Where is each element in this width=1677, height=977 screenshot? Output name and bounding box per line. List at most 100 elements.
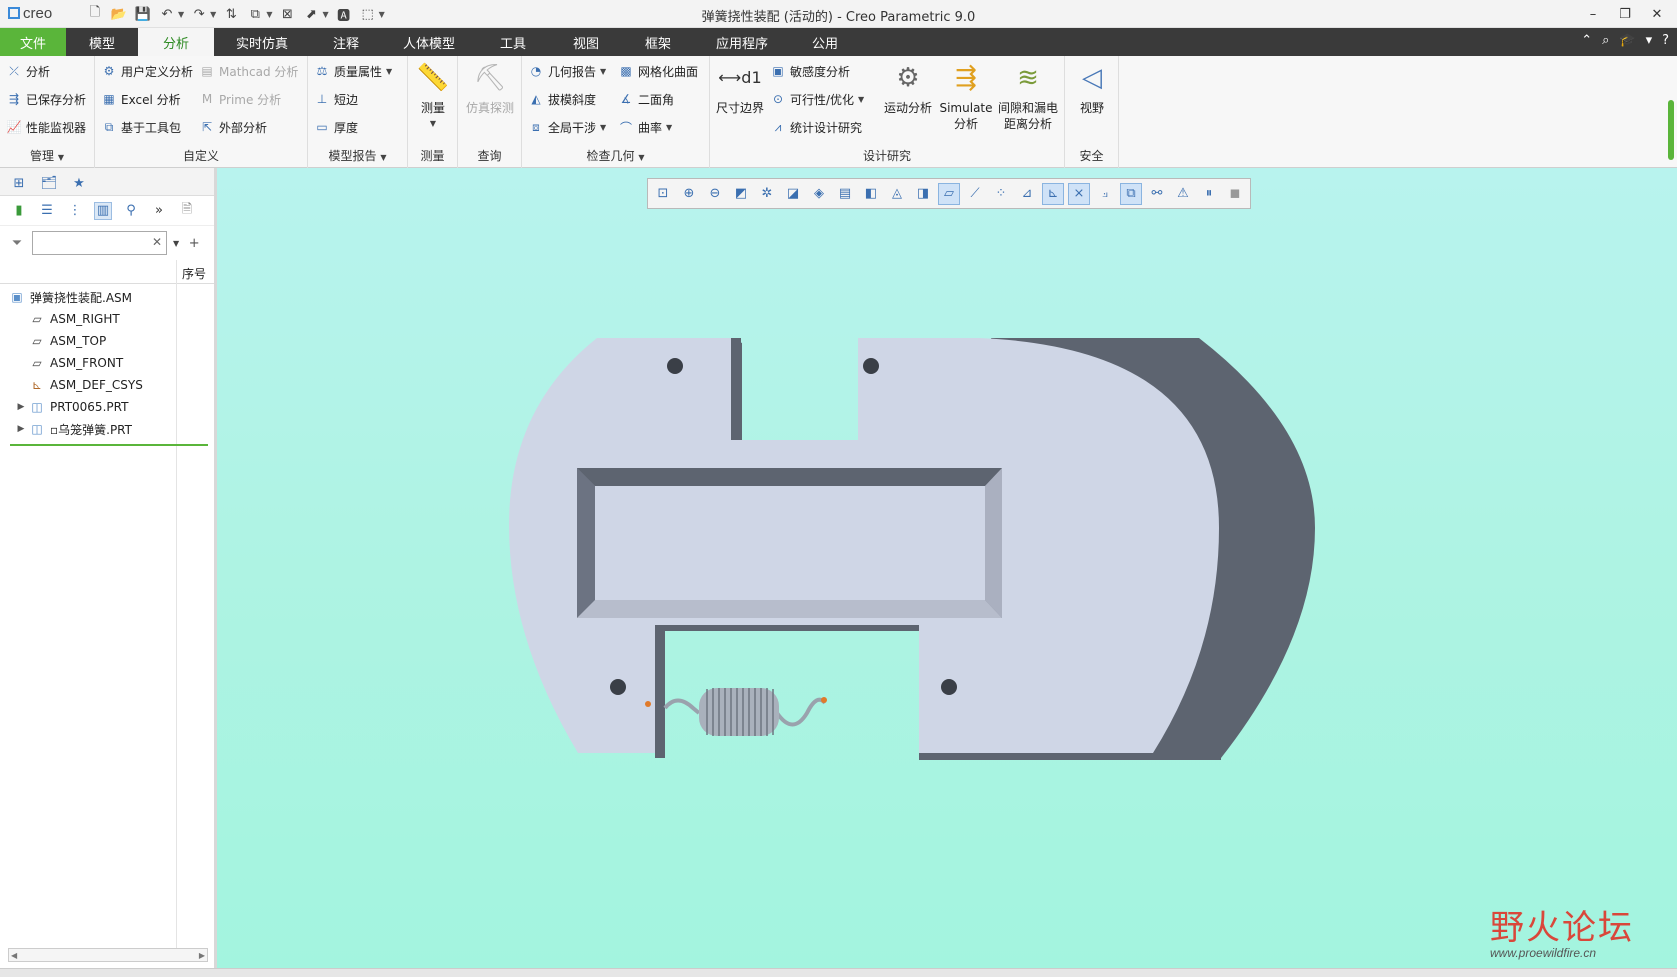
scroll-left-icon[interactable]: ◀ bbox=[11, 951, 17, 960]
performance-monitor-button[interactable]: 📈 性能监视器 bbox=[6, 116, 87, 138]
chevron-down-icon[interactable]: ▾ bbox=[1646, 33, 1653, 48]
horizontal-scrollbar[interactable]: ◀ ▶ bbox=[8, 948, 208, 962]
new-file-icon[interactable]: 🗋 bbox=[86, 5, 104, 23]
motion-analysis-button[interactable]: ⚙ 运动分析 bbox=[880, 60, 936, 116]
dihedral-angle-button[interactable]: ∡ 二面角 bbox=[618, 88, 674, 110]
windows-icon[interactable]: ⧉ bbox=[246, 5, 264, 23]
group-label-inspect-geometry[interactable]: 检查几何 ▼ bbox=[522, 147, 709, 164]
tab-annotate[interactable]: 注释 bbox=[310, 28, 382, 56]
spring-anchor-point[interactable] bbox=[645, 701, 651, 707]
assembly-model[interactable] bbox=[217, 168, 1677, 968]
spring-part[interactable] bbox=[645, 688, 827, 736]
tab-analysis[interactable]: 分析 bbox=[138, 28, 214, 56]
favorites-tab-icon[interactable]: ★ bbox=[70, 174, 88, 192]
spring-anchor-point[interactable] bbox=[821, 697, 827, 703]
open-folder-icon[interactable]: 📂 bbox=[110, 5, 128, 23]
tree-item-asm-def-csys[interactable]: ⊾ ASM_DEF_CSYS bbox=[0, 374, 214, 396]
close-button[interactable]: ✕ bbox=[1643, 3, 1671, 25]
vertical-scroll-indicator[interactable] bbox=[1668, 100, 1674, 160]
tree-item-prt0065[interactable]: ▶ ◫ PRT0065.PRT bbox=[0, 396, 214, 418]
group-label-model-report[interactable]: 模型报告 ▼ bbox=[308, 147, 407, 164]
expand-icon[interactable]: ▶ bbox=[14, 424, 28, 434]
analysis-button[interactable]: ⤫ 分析 bbox=[6, 60, 50, 82]
draft-button[interactable]: ◭ 拔模斜度 bbox=[528, 88, 596, 110]
mesh-surface-button[interactable]: ▩ 网格化曲面 bbox=[618, 60, 698, 82]
tree-columns-icon[interactable]: ▥ bbox=[94, 201, 112, 220]
sensitivity-analysis-button[interactable]: ▣ 敏感度分析 bbox=[770, 60, 850, 82]
tab-framework[interactable]: 框架 bbox=[622, 28, 694, 56]
clear-search-icon[interactable]: ✕ bbox=[152, 235, 162, 249]
undo-dropdown-icon[interactable]: ▼ bbox=[178, 10, 184, 19]
measure-button[interactable]: 📏 测量 ▼ bbox=[415, 60, 451, 132]
tab-manikin[interactable]: 人体模型 bbox=[382, 28, 476, 56]
collapse-ribbon-icon[interactable]: ⌃ bbox=[1581, 33, 1592, 48]
mounting-hole[interactable] bbox=[610, 679, 626, 695]
curvature-button[interactable]: ⌒ 曲率 ▼ bbox=[618, 116, 672, 138]
mounting-hole[interactable] bbox=[863, 358, 879, 374]
statistical-design-study-button[interactable]: ⩘ 统计设计研究 bbox=[770, 116, 862, 138]
thickness-button[interactable]: ▭ 厚度 bbox=[314, 116, 358, 138]
tree-item-asm-front[interactable]: ▱ ASM_FRONT bbox=[0, 352, 214, 374]
global-interference-button[interactable]: ⧈ 全局干涉 ▼ bbox=[528, 116, 606, 138]
show-icon[interactable]: ▮ bbox=[10, 202, 28, 220]
window-pocket-floor[interactable] bbox=[595, 486, 985, 600]
model-tree-tab-icon[interactable]: ⊞ bbox=[10, 174, 28, 192]
learning-icon[interactable]: 🎓 bbox=[1619, 33, 1635, 48]
select-icon[interactable]: ⬈ bbox=[302, 5, 320, 23]
customize-toolbar-icon[interactable]: ▼ bbox=[379, 10, 385, 19]
tab-model[interactable]: 模型 bbox=[66, 28, 138, 56]
graphics-viewport[interactable]: ⊡ ⊕ ⊖ ◩ ✲ ◪ ◈ ▤ ◧ ◬ ◨ ▱ ⟋ ⁘ ⊿ ⊾ ⨯ ⟓ ⧉ ⚯ … bbox=[217, 168, 1677, 968]
toolkit-analysis-button[interactable]: ⧉ 基于工具包 bbox=[101, 116, 181, 138]
external-analysis-button[interactable]: ⇱ 外部分析 bbox=[199, 116, 267, 138]
tab-view[interactable]: 视图 bbox=[550, 28, 622, 56]
add-icon[interactable]: + bbox=[185, 234, 203, 252]
mounting-hole[interactable] bbox=[941, 679, 957, 695]
user-defined-analysis-button[interactable]: ⚙ 用户定义分析 bbox=[101, 60, 193, 82]
redo-icon[interactable]: ↷ bbox=[190, 5, 208, 23]
tab-live-simulation[interactable]: 实时仿真 bbox=[214, 28, 310, 56]
column-header-number[interactable]: 序号 bbox=[182, 265, 206, 282]
shape-icon[interactable]: ⬚ bbox=[359, 5, 377, 23]
insert-here-indicator[interactable] bbox=[10, 444, 208, 446]
simulation-probe-button[interactable]: ⛏ 仿真探测 bbox=[462, 60, 518, 116]
scroll-right-icon[interactable]: ▶ bbox=[199, 951, 205, 960]
tab-tools[interactable]: 工具 bbox=[476, 28, 550, 56]
field-of-view-button[interactable]: ◁ 视野 bbox=[1072, 60, 1112, 116]
clearance-creepage-button[interactable]: ≋ 间隙和漏电 距离分析 bbox=[996, 60, 1060, 132]
feasibility-optimization-button[interactable]: ⊙ 可行性/优化 ▼ bbox=[770, 88, 864, 110]
settings-page-icon[interactable]: 🗎 bbox=[178, 202, 196, 220]
close-window-icon[interactable]: ⊠ bbox=[278, 5, 296, 23]
search-icon[interactable]: ⌕ bbox=[1602, 33, 1609, 48]
mathcad-analysis-button[interactable]: ▤ Mathcad 分析 bbox=[199, 60, 298, 82]
dimension-boundary-button[interactable]: ⟷d1 尺寸边界 bbox=[714, 60, 766, 116]
search-dropdown-icon[interactable]: ▼ bbox=[173, 239, 179, 248]
tree-item-spring-part[interactable]: ▶ ◫ ▫乌笼弹簧.PRT bbox=[0, 418, 214, 440]
expand-icon[interactable]: ▶ bbox=[14, 402, 28, 412]
prime-analysis-button[interactable]: M Prime 分析 bbox=[199, 88, 281, 110]
group-label-manage[interactable]: 管理 ▼ bbox=[0, 147, 94, 164]
mass-properties-button[interactable]: ⚖ 质量属性 ▼ bbox=[314, 60, 393, 82]
restore-button[interactable]: ❐ bbox=[1611, 3, 1639, 25]
tree-item-assembly[interactable]: ▣ 弹簧挠性装配.ASM bbox=[0, 286, 214, 308]
help-icon[interactable]: ? bbox=[1662, 33, 1669, 48]
tab-file[interactable]: 文件 bbox=[0, 28, 66, 56]
filter-icon[interactable]: ⏷ bbox=[8, 234, 26, 252]
simulate-analysis-button[interactable]: ⇶ Simulate 分析 bbox=[938, 60, 994, 132]
tree-item-asm-right[interactable]: ▱ ASM_RIGHT bbox=[0, 308, 214, 330]
search-input[interactable] bbox=[33, 232, 143, 254]
tree-item-asm-top[interactable]: ▱ ASM_TOP bbox=[0, 330, 214, 352]
undo-icon[interactable]: ↶ bbox=[158, 5, 176, 23]
tree-filter-settings-icon[interactable]: ⚲ bbox=[122, 202, 140, 220]
text-icon[interactable]: 🅰 bbox=[335, 5, 353, 24]
folder-browser-tab-icon[interactable]: 🗂 bbox=[40, 174, 58, 192]
short-edge-button[interactable]: ⊥ 短边 bbox=[314, 88, 358, 110]
geometry-report-button[interactable]: ◔ 几何报告 ▼ bbox=[528, 60, 606, 82]
regenerate-icon[interactable]: ⇅ bbox=[222, 5, 240, 23]
windows-dropdown-icon[interactable]: ▼ bbox=[266, 10, 272, 19]
excel-analysis-button[interactable]: ▦ Excel 分析 bbox=[101, 88, 180, 110]
more-icon[interactable]: » bbox=[150, 202, 168, 220]
mounting-hole[interactable] bbox=[667, 358, 683, 374]
redo-dropdown-icon[interactable]: ▼ bbox=[210, 10, 216, 19]
save-icon[interactable]: 💾 bbox=[134, 5, 152, 23]
select-dropdown-icon[interactable]: ▼ bbox=[322, 10, 328, 19]
